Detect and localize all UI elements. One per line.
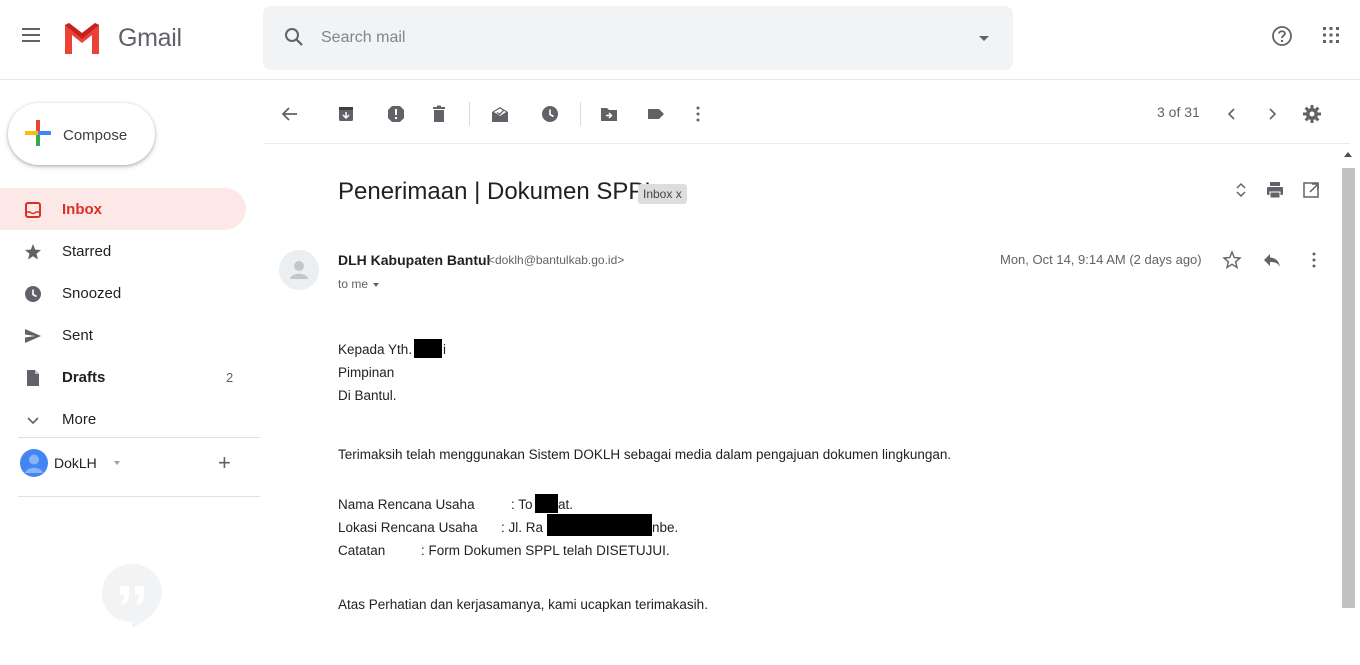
recipient-label: to me	[338, 277, 369, 291]
older-chevron-right-icon[interactable]	[1262, 104, 1282, 124]
print-icon[interactable]	[1266, 180, 1284, 200]
sidebar-item-label: Inbox	[62, 201, 102, 218]
back-arrow-icon[interactable]	[280, 104, 300, 124]
newer-chevron-left-icon[interactable]	[1222, 104, 1242, 124]
sidebar-nav: Inbox Starred Snoozed Sent Drafts 2 More	[0, 188, 260, 440]
apps-grid-icon[interactable]	[1322, 26, 1340, 44]
report-spam-icon[interactable]	[386, 104, 406, 124]
greeting-line-tail: i	[443, 342, 446, 357]
star-icon	[25, 244, 41, 260]
thank-you-paragraph: Terimaksih telah menggunakan Sistem DOKL…	[338, 447, 952, 462]
help-icon[interactable]	[1271, 25, 1293, 47]
sidebar-item-more[interactable]: More	[0, 398, 246, 440]
sidebar-item-label: Snoozed	[62, 285, 122, 302]
label-icon[interactable]	[646, 104, 666, 124]
sender-email: <doklh@bantulkab.go.id>	[488, 253, 625, 267]
scroll-up-arrow-icon[interactable]	[1344, 152, 1352, 157]
add-account-button[interactable]: +	[218, 450, 231, 476]
email-date: Mon, Oct 14, 9:14 AM (2 days ago)	[1000, 252, 1202, 267]
snooze-icon[interactable]	[540, 104, 560, 124]
search-bar[interactable]	[263, 6, 1013, 70]
hangouts-account[interactable]: DokLH +	[20, 446, 260, 482]
app-title[interactable]: Gmail	[118, 24, 182, 53]
star-icon[interactable]	[1222, 250, 1242, 270]
more-message-options-icon[interactable]	[1304, 250, 1324, 270]
open-new-window-icon[interactable]	[1302, 180, 1320, 200]
compose-label: Compose	[63, 127, 128, 144]
settings-gear-icon[interactable]	[1302, 104, 1322, 124]
draft-icon	[27, 370, 39, 386]
redaction-block	[414, 339, 442, 358]
expand-collapse-icon[interactable]	[1233, 180, 1249, 200]
sidebar-item-sent[interactable]: Sent	[0, 314, 246, 356]
sidebar-item-label: Starred	[62, 243, 112, 260]
account-name: DokLH	[54, 455, 97, 471]
inbox-icon	[25, 202, 41, 218]
field-label: Lokasi Rencana Usaha	[338, 520, 478, 535]
redaction-block	[535, 494, 558, 513]
pagination-count: 3 of 31	[1157, 104, 1200, 120]
sidebar-item-inbox[interactable]: Inbox	[0, 188, 246, 230]
more-options-icon[interactable]	[688, 104, 708, 124]
toolbar-divider	[580, 102, 581, 126]
chevron-down-icon	[27, 417, 39, 425]
sidebar-divider	[18, 496, 260, 497]
search-icon[interactable]	[283, 26, 305, 48]
recipient-title-line: Pimpinan	[338, 365, 395, 380]
search-input[interactable]	[321, 24, 921, 52]
field-value: at.	[558, 497, 574, 512]
clock-icon	[25, 286, 41, 302]
top-bar: Gmail	[0, 0, 1360, 80]
recipient-details[interactable]: to me	[338, 277, 380, 291]
recipient-location-line: Di Bantul.	[338, 388, 397, 403]
sender-avatar-icon[interactable]	[279, 250, 319, 290]
field-label: Catatan	[338, 543, 386, 558]
send-icon	[25, 329, 41, 343]
email-subject: Penerimaan | Dokumen SPPL	[338, 178, 658, 205]
move-to-icon[interactable]	[599, 104, 619, 124]
mark-unread-icon[interactable]	[490, 104, 510, 124]
scrollbar-thumb[interactable]	[1342, 168, 1355, 608]
sidebar-divider	[18, 437, 260, 438]
sidebar-item-label: More	[62, 411, 97, 428]
archive-icon[interactable]	[336, 104, 356, 124]
account-avatar-icon	[20, 449, 48, 477]
field-value: : Jl. Ra	[501, 520, 544, 535]
redaction-block	[547, 514, 652, 536]
message-toolbar: 3 of 31	[264, 82, 1350, 144]
gmail-logo-icon[interactable]	[62, 20, 102, 56]
sidebar-item-starred[interactable]: Starred	[0, 230, 246, 272]
hangouts-icon	[102, 564, 162, 628]
compose-plus-icon	[25, 120, 51, 146]
sender-name: DLH Kabupaten Bantul	[338, 252, 491, 268]
sidebar-item-snoozed[interactable]: Snoozed	[0, 272, 246, 314]
drafts-count: 2	[226, 370, 234, 385]
inbox-label-chip[interactable]: Inbox x	[638, 184, 687, 204]
field-value: : Form Dokumen SPPL telah DISETUJUI.	[421, 543, 670, 558]
search-options-icon[interactable]	[979, 36, 989, 41]
field-value: nbe.	[652, 520, 679, 535]
reply-icon[interactable]	[1262, 250, 1282, 270]
main-menu-icon[interactable]	[22, 28, 40, 42]
field-value: : To	[511, 497, 533, 512]
sidebar-item-drafts[interactable]: Drafts 2	[0, 356, 246, 398]
closing-line: Atas Perhatian dan kerjasamanya, kami uc…	[338, 597, 708, 612]
greeting-line: Kepada Yth.	[338, 342, 413, 357]
sidebar-item-label: Sent	[62, 327, 93, 344]
toolbar-divider	[469, 102, 470, 126]
field-label: Nama Rencana Usaha	[338, 497, 475, 512]
recipient-caret-icon[interactable]	[373, 282, 380, 287]
compose-button[interactable]: Compose	[8, 103, 155, 165]
delete-icon[interactable]	[429, 104, 449, 124]
account-caret-icon[interactable]	[114, 461, 120, 465]
sidebar-item-label: Drafts	[62, 369, 106, 386]
